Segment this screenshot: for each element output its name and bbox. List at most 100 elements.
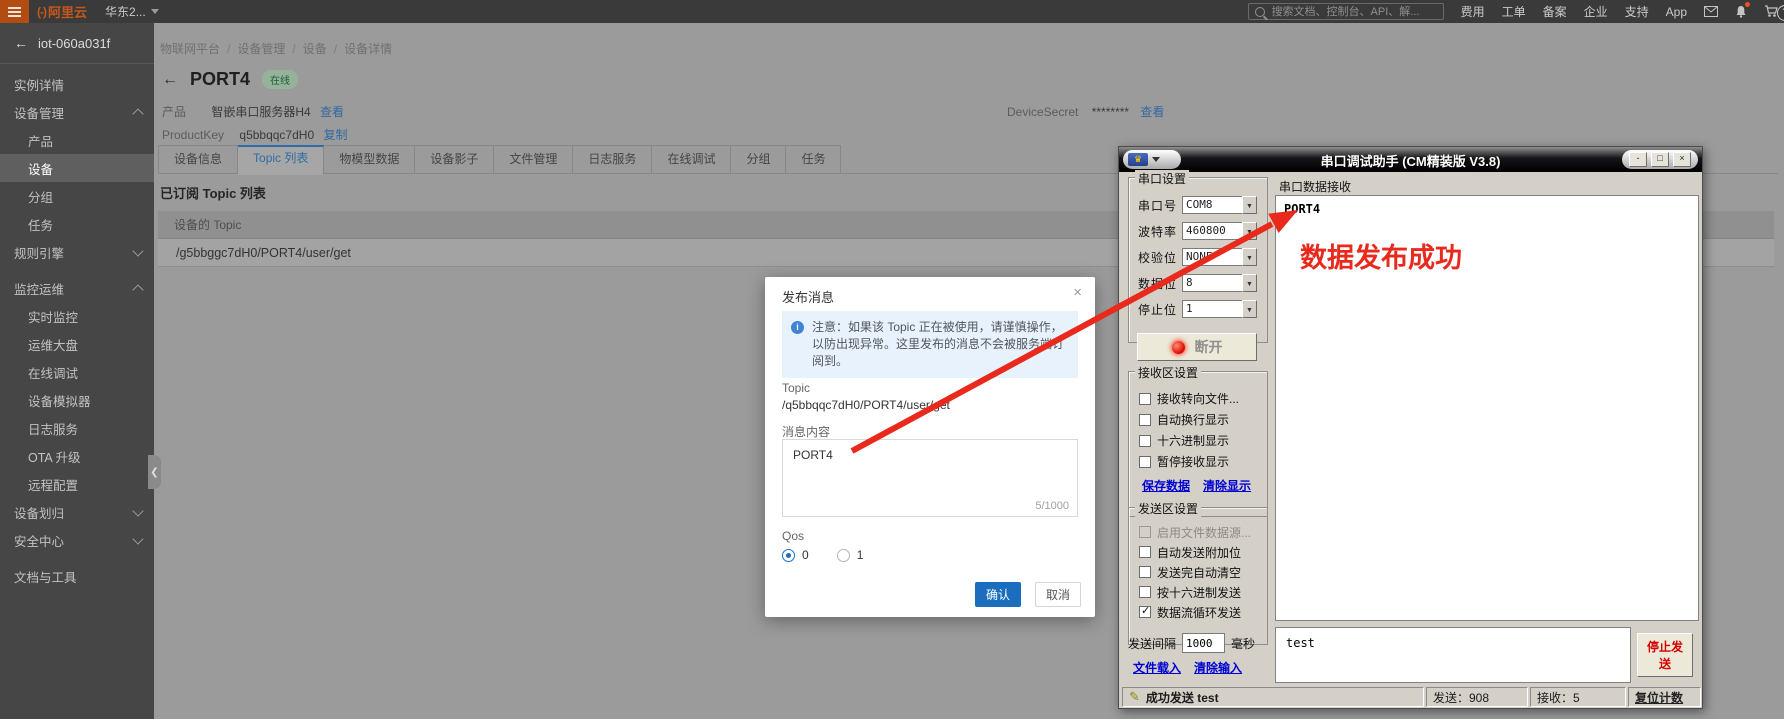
maximize-button[interactable]: □ [1651, 152, 1669, 167]
tab-groups[interactable]: 分组 [731, 145, 787, 174]
checkbox-auto-send-append[interactable]: 自动发送附加位 [1129, 542, 1267, 562]
cart-icon[interactable] [1764, 5, 1778, 18]
sidebar-item-products[interactable]: 产品 [0, 126, 154, 154]
tab-topic-list[interactable]: Topic 列表 [238, 145, 325, 175]
file-load-link[interactable]: 文件载入 [1133, 659, 1181, 676]
product-view-link[interactable]: 查看 [320, 105, 344, 119]
send-settings-group: 发送区设置 启用文件数据源... 自动发送附加位 发送完自动清空 按十六进制发送… [1128, 500, 1268, 645]
sidebar-item-security-center[interactable]: 安全中心 [0, 526, 154, 554]
back-arrow-icon[interactable]: ← [14, 35, 28, 51]
close-button[interactable]: × [1673, 152, 1691, 167]
topbar-menu-app[interactable]: App [1666, 5, 1687, 19]
checkbox-icon [1139, 392, 1151, 405]
message-content-input[interactable]: PORT4 5/1000 [782, 439, 1078, 517]
clear-input-link[interactable]: 清除输入 [1194, 659, 1242, 676]
breadcrumb: 物联网平台 设备管理 设备 设备详情 [160, 40, 392, 57]
topbar-menu-icp[interactable]: 备案 [1543, 3, 1567, 20]
topbar-menu-billing[interactable]: 费用 [1461, 3, 1485, 20]
serial-titlebar[interactable]: ♛ 串口调试助手 (CM精装版 V3.8) - □ × [1119, 147, 1702, 172]
tab-online-debug[interactable]: 在线调试 [652, 145, 732, 174]
close-icon[interactable]: × [1073, 284, 1082, 301]
search-input[interactable] [1269, 4, 1424, 19]
breadcrumb-iot-platform[interactable]: 物联网平台 [160, 40, 237, 57]
minimize-button[interactable]: - [1629, 152, 1647, 167]
receive-data-area[interactable]: PORT4 [1275, 195, 1699, 621]
sidebar-item-ops-dashboard[interactable]: 运维大盘 [0, 330, 154, 358]
bell-icon[interactable] [1735, 2, 1750, 18]
dropdown-button[interactable] [1242, 248, 1257, 266]
baud-rate-select[interactable]: 460800 [1182, 222, 1242, 240]
dropdown-button[interactable] [1242, 222, 1257, 240]
dropdown-button[interactable] [1242, 274, 1257, 292]
back-arrow-icon[interactable]: ← [162, 71, 178, 89]
stopbits-field: 停止位 1 [1129, 296, 1267, 322]
region-selector[interactable]: 华东2... [105, 3, 159, 20]
qos-0-radio[interactable] [782, 548, 795, 562]
sidebar-item-device-simulator[interactable]: 设备模拟器 [0, 386, 154, 414]
tab-log-service[interactable]: 日志服务 [573, 145, 653, 174]
breadcrumb-devices[interactable]: 设备 [303, 40, 344, 57]
sidebar-item-ota-upgrade[interactable]: OTA 升级 [0, 442, 154, 470]
checkbox-hex-display[interactable]: 十六进制显示 [1129, 430, 1267, 451]
tab-file-mgmt[interactable]: 文件管理 [494, 145, 574, 174]
sidebar-item-monitoring[interactable]: 监控运维 [0, 274, 154, 302]
sidebar-item-devices[interactable]: 设备 [0, 154, 154, 182]
chevron-down-icon [150, 9, 159, 14]
data-bits-select[interactable]: 8 [1182, 274, 1242, 292]
checkbox-hex-send[interactable]: 按十六进制发送 [1129, 582, 1267, 602]
dropdown-button[interactable] [1242, 300, 1257, 318]
topbar-menu-enterprise[interactable]: 企业 [1584, 3, 1608, 20]
disconnect-button[interactable]: 断开 [1137, 333, 1257, 361]
breadcrumb-device-mgmt[interactable]: 设备管理 [237, 40, 302, 57]
sidebar-item-log-service[interactable]: 日志服务 [0, 414, 154, 442]
topbar-menu-tickets[interactable]: 工单 [1502, 3, 1526, 20]
status-badge: 在线 [262, 70, 299, 89]
sidebar-item-docs-tools[interactable]: 文档与工具 [0, 562, 154, 590]
hamburger-menu-icon[interactable] [0, 0, 29, 23]
interval-input[interactable] [1182, 633, 1226, 653]
topbar-menu-support[interactable]: 支持 [1625, 3, 1649, 20]
tab-jobs[interactable]: 任务 [786, 145, 842, 174]
stop-bits-select[interactable]: 1 [1182, 300, 1242, 318]
save-data-link[interactable]: 保存数据 [1142, 477, 1190, 494]
send-data-input[interactable]: test [1276, 628, 1630, 682]
com-port-select[interactable]: COM8 [1182, 196, 1242, 214]
sidebar-item-device-mgmt[interactable]: 设备管理 [0, 98, 154, 126]
message-icon[interactable] [1704, 6, 1718, 17]
group-title: 发送区设置 [1135, 500, 1202, 517]
qos-1-radio[interactable] [836, 548, 850, 562]
checkbox-pause-recv[interactable]: 暂停接收显示 [1129, 451, 1267, 472]
reset-counter-link[interactable]: 复位计数 [1628, 687, 1701, 707]
sidebar-item-jobs[interactable]: 任务 [0, 210, 154, 238]
sidebar-collapse-handle[interactable]: ❮ [148, 455, 161, 489]
alibaba-cloud-logo[interactable]: (-) 阿里云 [37, 2, 87, 21]
dropdown-button[interactable] [1242, 196, 1257, 214]
checkbox-loop-send[interactable]: 数据流循环发送 [1129, 602, 1267, 622]
productkey-copy-link[interactable]: 复制 [323, 128, 347, 142]
tab-device-info[interactable]: 设备信息 [158, 145, 239, 174]
stop-send-button[interactable]: 停止发送 [1637, 633, 1693, 677]
cancel-button[interactable]: 取消 [1035, 582, 1081, 607]
confirm-button[interactable]: 确认 [975, 582, 1021, 607]
sidebar-item-online-debug[interactable]: 在线调试 [0, 358, 154, 386]
topbar-right: 费用 工单 备案 企业 支持 App [1247, 0, 1778, 23]
tab-thing-model-data[interactable]: 物模型数据 [324, 145, 416, 174]
parity-select[interactable]: NONE [1182, 248, 1242, 266]
help-icon[interactable]: ? [1777, 5, 1784, 21]
sidebar-item-instance-detail[interactable]: 实例详情 [0, 70, 154, 98]
devicesecret-view-link[interactable]: 查看 [1140, 105, 1164, 119]
sidebar-item-remote-config[interactable]: 远程配置 [0, 470, 154, 498]
sidebar-item-rules-engine[interactable]: 规则引擎 [0, 238, 154, 266]
chevron-up-icon [132, 284, 144, 296]
product-label: 产品 [162, 105, 187, 119]
sidebar-item-groups[interactable]: 分组 [0, 182, 154, 210]
clear-display-link[interactable]: 清除显示 [1203, 477, 1251, 494]
checkbox-auto-newline[interactable]: 自动换行显示 [1129, 409, 1267, 430]
sidebar-item-device-assign[interactable]: 设备划归 [0, 498, 154, 526]
sidebar-item-realtime-monitor[interactable]: 实时监控 [0, 302, 154, 330]
checkbox-recv-to-file[interactable]: 接收转向文件... [1129, 388, 1267, 409]
topic-label: Topic [782, 381, 811, 395]
tab-device-shadow[interactable]: 设备影子 [415, 145, 495, 174]
checkbox-clear-after-send[interactable]: 发送完自动清空 [1129, 562, 1267, 582]
global-search[interactable] [1247, 3, 1444, 20]
